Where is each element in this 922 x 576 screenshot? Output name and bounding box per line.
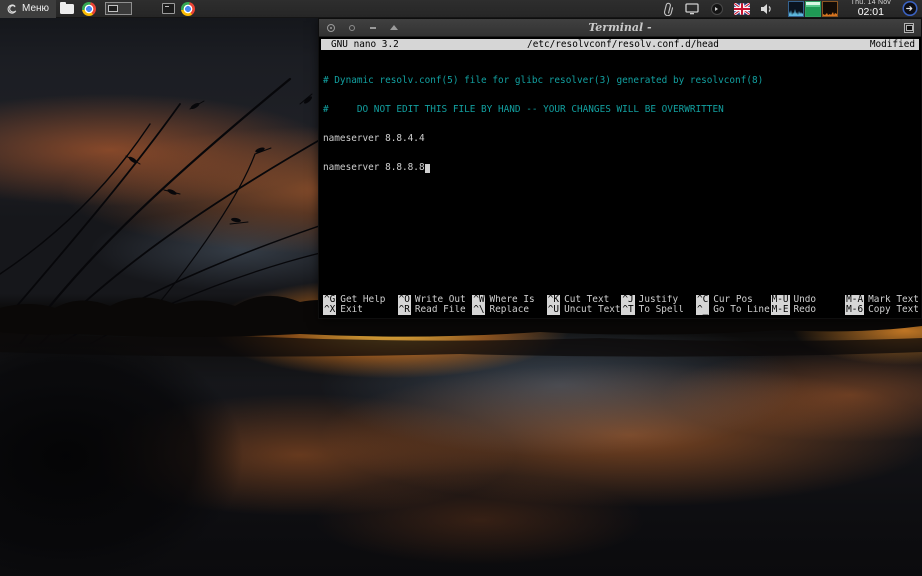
clipboard-manager-tray[interactable] bbox=[659, 1, 675, 17]
shortcut: ^OWrite Out bbox=[398, 295, 473, 305]
text-cursor bbox=[425, 164, 431, 173]
window-shade-button[interactable] bbox=[389, 23, 399, 33]
nano-editor-lines: # Dynamic resolv.conf(5) file for glibc … bbox=[323, 57, 919, 192]
menu-label: Меню bbox=[22, 3, 49, 14]
wallpaper-foreground-bush bbox=[0, 330, 300, 576]
display-settings-tray[interactable] bbox=[684, 1, 700, 17]
shortcut: M-6Copy Text bbox=[845, 305, 920, 315]
clock[interactable]: Thu. 14 Nov 02:01 bbox=[851, 0, 891, 18]
editor-line: nameserver 8.8.4.4 bbox=[323, 134, 919, 144]
taskbar-terminal-button[interactable] bbox=[158, 0, 178, 18]
shortcut: ^TTo Spell bbox=[621, 305, 696, 315]
notification-orb[interactable] bbox=[902, 1, 918, 17]
nano-modified-status: Modified bbox=[719, 39, 919, 50]
keyboard-layout-tray[interactable] bbox=[734, 1, 750, 17]
shortcut: M-UUndo bbox=[771, 295, 846, 305]
nano-version: GNU nano 3.2 bbox=[321, 39, 527, 50]
uk-flag-icon bbox=[734, 3, 750, 15]
shortcut: ^KCut Text bbox=[547, 295, 622, 305]
desktop: Меню bbox=[0, 0, 922, 576]
window-menu-icon bbox=[327, 24, 335, 32]
window-title: Terminal - bbox=[319, 21, 921, 34]
clock-time: 02:01 bbox=[851, 7, 891, 18]
shortcut: ^JJustify bbox=[621, 295, 696, 305]
shortcut: ^UUncut Text bbox=[547, 305, 622, 315]
debian-logo-icon bbox=[5, 2, 18, 15]
shade-icon bbox=[390, 25, 398, 30]
window-menu-button[interactable] bbox=[326, 23, 336, 33]
window-sticky-button[interactable] bbox=[347, 23, 357, 33]
terminal-content[interactable]: GNU nano 3.2 /etc/resolvconf/resolv.conf… bbox=[319, 37, 921, 318]
sticky-icon bbox=[349, 25, 355, 31]
player-icon bbox=[711, 3, 723, 15]
applications-menu-button[interactable]: Меню bbox=[0, 0, 56, 18]
workspace-switcher[interactable] bbox=[105, 2, 132, 15]
system-tray: Thu. 14 Nov 02:01 bbox=[659, 0, 922, 18]
nano-shortcut-bar: ^GGet Help ^OWrite Out ^WWhere Is ^KCut … bbox=[323, 295, 919, 315]
shortcut: ^RRead File bbox=[398, 305, 473, 315]
shortcut: ^CCur Pos bbox=[696, 295, 771, 305]
cpu-graph bbox=[788, 1, 804, 17]
shortcut: ^_Go To Line bbox=[696, 305, 771, 315]
shortcut: ^\Replace bbox=[472, 305, 547, 315]
taskbar-chrome-button[interactable] bbox=[178, 0, 198, 18]
volume-tray[interactable] bbox=[759, 1, 775, 17]
speaker-icon bbox=[760, 3, 773, 15]
terminal-icon bbox=[162, 3, 175, 14]
editor-line: # DO NOT EDIT THIS FILE BY HAND -- YOUR … bbox=[323, 105, 919, 115]
nano-filepath: /etc/resolvconf/resolv.conf.d/head bbox=[527, 39, 719, 50]
window-maximize-button[interactable] bbox=[904, 23, 914, 33]
file-manager-launcher[interactable] bbox=[56, 0, 78, 18]
memory-graph bbox=[805, 1, 821, 17]
folder-icon bbox=[60, 4, 74, 14]
chrome-launcher[interactable] bbox=[78, 0, 100, 18]
shortcut: ^XExit bbox=[323, 305, 398, 315]
terminal-titlebar[interactable]: Terminal - bbox=[319, 19, 921, 37]
monitor-icon bbox=[685, 3, 699, 15]
chrome-icon bbox=[181, 2, 195, 16]
nano-titlebar: GNU nano 3.2 /etc/resolvconf/resolv.conf… bbox=[321, 39, 919, 50]
editor-line: nameserver 8.8.8.8 bbox=[323, 163, 919, 173]
media-player-tray[interactable] bbox=[709, 1, 725, 17]
chrome-icon bbox=[82, 2, 96, 16]
window-minimize-button[interactable] bbox=[368, 23, 378, 33]
terminal-window: Terminal - GNU nano 3.2 /etc/resolvconf/… bbox=[318, 18, 922, 319]
network-graph bbox=[822, 1, 838, 17]
system-monitor[interactable] bbox=[788, 1, 838, 17]
shortcut: ^WWhere Is bbox=[472, 295, 547, 305]
paperclip-icon bbox=[661, 2, 673, 16]
orb-arrow-icon bbox=[902, 0, 918, 17]
shortcut: M-AMark Text bbox=[845, 295, 920, 305]
workspace-window-thumb bbox=[108, 5, 118, 12]
minimize-icon bbox=[370, 27, 376, 29]
shortcut: M-ERedo bbox=[771, 305, 846, 315]
top-panel: Меню bbox=[0, 0, 922, 18]
editor-line: # Dynamic resolv.conf(5) file for glibc … bbox=[323, 76, 919, 86]
shortcut: ^GGet Help bbox=[323, 295, 398, 305]
